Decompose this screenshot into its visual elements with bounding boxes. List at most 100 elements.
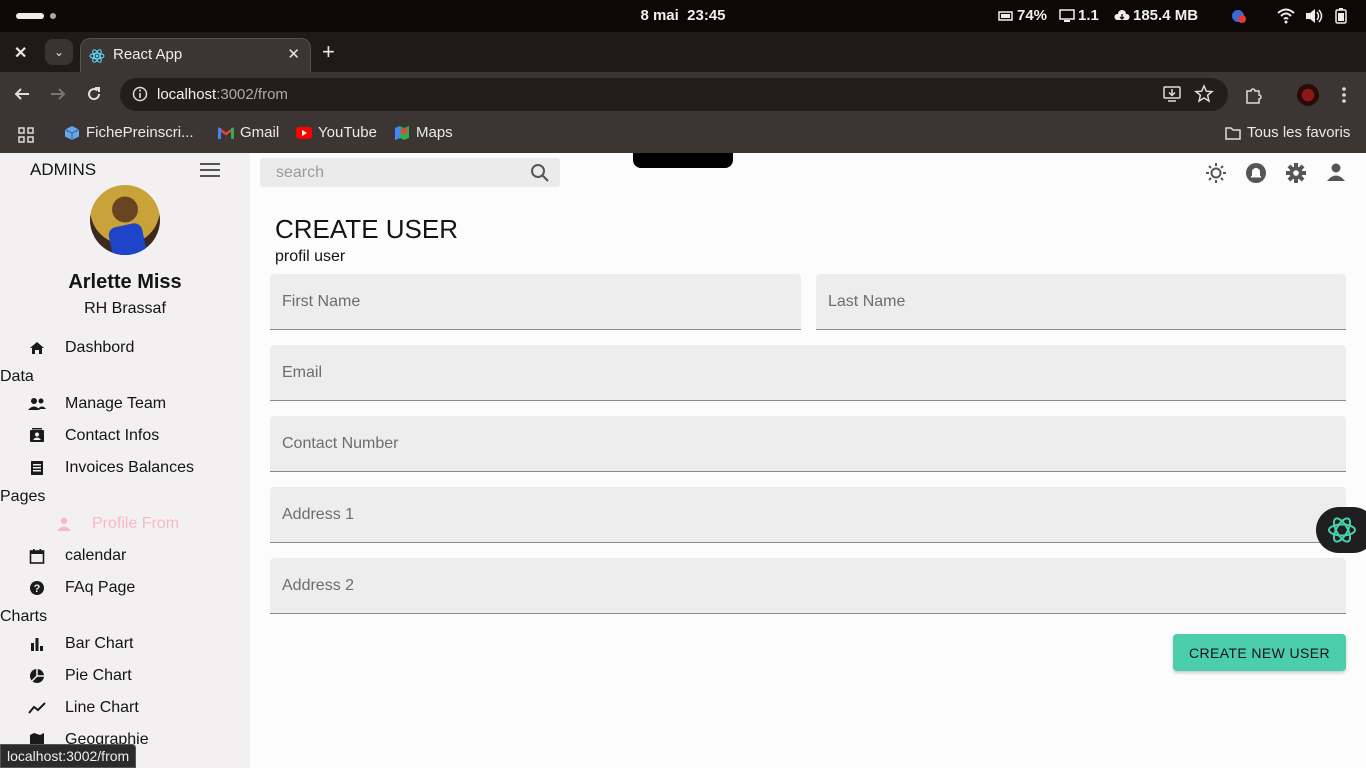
monitor-icon — [1059, 8, 1075, 22]
sidebar-item-manage-team[interactable]: Manage Team — [28, 392, 166, 416]
bookmark-fichepreinscri[interactable]: FichePreinscri... — [64, 124, 194, 141]
user-name: Arlette Miss — [68, 271, 182, 293]
memory-stat-text: 185.4 MB — [1133, 7, 1199, 24]
battery-stat-text: 74% — [1017, 7, 1048, 24]
home-icon — [30, 342, 44, 354]
search-icon[interactable] — [530, 163, 550, 183]
bookmark-maps[interactable]: Maps — [394, 124, 453, 141]
sidebar-item-pie-chart[interactable]: Pie Chart — [28, 664, 132, 688]
sidebar-item-label: Pie Chart — [65, 667, 132, 684]
address2-field — [270, 558, 1346, 614]
back-arrow-icon[interactable] — [14, 86, 30, 102]
sidebar-item-label: FAq Page — [65, 579, 136, 596]
browser-tab[interactable]: React App ✕ — [80, 38, 311, 73]
contact-number-input[interactable] — [282, 432, 1334, 456]
user-role: RH Brassaf — [84, 300, 166, 317]
calendar-icon — [29, 549, 45, 564]
profile-icon[interactable] — [1326, 162, 1346, 182]
apps-grid-icon[interactable] — [18, 127, 34, 143]
bookmark-youtube[interactable]: YouTube — [296, 124, 377, 141]
site-info-icon[interactable] — [132, 86, 148, 102]
cube-icon — [64, 125, 80, 140]
folder-icon — [1225, 126, 1241, 140]
more-menu-icon[interactable] — [1336, 86, 1352, 104]
sidebar-item-bar-chart[interactable]: Bar Chart — [28, 632, 133, 656]
forward-arrow-icon[interactable] — [50, 86, 66, 102]
sidebar-item-label: Contact Infos — [65, 427, 160, 444]
notifications-icon[interactable] — [1245, 162, 1267, 184]
app-indicator-icon[interactable] — [1231, 8, 1247, 24]
light-mode-icon[interactable] — [1205, 162, 1227, 184]
wifi-icon[interactable] — [1277, 8, 1295, 24]
last-name-input[interactable] — [828, 290, 1334, 314]
cpu-stat-text: 1.1 — [1078, 7, 1099, 24]
openai-icon — [1328, 517, 1356, 543]
address1-input[interactable] — [282, 503, 1334, 527]
youtube-icon — [296, 126, 312, 139]
settings-icon[interactable] — [1285, 162, 1307, 184]
sidebar-item-label: Line Chart — [65, 699, 139, 716]
sidebar-item-contact-infos[interactable]: Contact Infos — [28, 424, 159, 448]
sidebar-item-profile-from[interactable]: Profile From — [55, 512, 179, 536]
reload-icon[interactable] — [86, 86, 102, 102]
create-new-user-button[interactable]: CREATE NEW USER — [1173, 634, 1346, 671]
gmail-icon — [218, 126, 234, 139]
bookmark-gmail[interactable]: Gmail — [218, 124, 279, 141]
sidebar-item-faq[interactable]: ? FAq Page — [28, 576, 135, 600]
email-input[interactable] — [282, 361, 1334, 385]
url-text[interactable]: localhost:3002/from — [157, 86, 288, 103]
address-bar[interactable]: localhost:3002/from — [120, 78, 1228, 111]
bookmark-label: Gmail — [240, 124, 280, 141]
page-title: CREATE USER — [275, 214, 458, 244]
os-time: 23:45 — [687, 7, 726, 24]
bookmark-label: Maps — [416, 124, 453, 141]
section-pages: Pages — [0, 488, 46, 505]
help-icon: ? — [30, 581, 44, 595]
menu-toggle-icon[interactable] — [200, 163, 220, 181]
browser-toolbar: localhost:3002/from — [0, 72, 1366, 117]
sidebar-item-invoices-balances[interactable]: Invoices Balances — [28, 456, 194, 480]
battery-icon[interactable] — [1335, 8, 1347, 24]
first-name-input[interactable] — [282, 290, 789, 314]
sidebar-item-label: Invoices Balances — [65, 459, 194, 476]
email-field — [270, 345, 1346, 401]
sidebar: ADMINS Arlette Miss RH Brassaf Dashbord … — [0, 153, 250, 768]
pie-chart-icon — [30, 669, 44, 683]
react-icon — [89, 49, 105, 63]
bookmarks-bar: FichePreinscri... Gmail YouTube Maps Tou… — [0, 117, 1366, 153]
bookmark-star-icon[interactable] — [1194, 84, 1214, 104]
line-chart-icon — [28, 702, 46, 714]
memory-stat: 185.4 MB — [1114, 7, 1198, 24]
svg-text:?: ? — [34, 583, 41, 595]
tab-list-button[interactable]: ⌄ — [45, 39, 73, 65]
avatar — [90, 185, 160, 255]
page-subtitle: profil user — [275, 248, 346, 265]
sidebar-header: ADMINS — [30, 160, 97, 179]
volume-icon[interactable] — [1305, 8, 1323, 24]
cpu-stat: 1.1 — [1059, 7, 1099, 24]
new-tab-icon[interactable]: + — [322, 39, 335, 65]
extensions-icon[interactable] — [1244, 85, 1264, 105]
sidebar-item-label: Bar Chart — [65, 635, 134, 652]
person-icon — [57, 517, 71, 531]
last-name-field — [816, 274, 1346, 330]
sidebar-item-line-chart[interactable]: Line Chart — [28, 696, 139, 720]
bookmark-label: FichePreinscri... — [86, 124, 194, 141]
all-bookmarks-label: Tous les favoris — [1247, 124, 1351, 141]
address2-input[interactable] — [282, 574, 1334, 598]
install-app-icon[interactable] — [1162, 84, 1182, 104]
assistant-bubble[interactable] — [1316, 507, 1366, 553]
sidebar-item-label: Profile From — [92, 515, 180, 532]
close-tab-icon[interactable]: ✕ — [287, 45, 300, 63]
profile-avatar[interactable] — [1297, 84, 1319, 106]
search-input[interactable] — [276, 162, 516, 184]
sidebar-item-calendar[interactable]: calendar — [28, 544, 126, 568]
browser-tab-bar: ✕ ⌄ React App ✕ + — [0, 32, 1366, 73]
sidebar-item-label: Dashbord — [65, 339, 135, 356]
all-bookmarks-button[interactable]: Tous les favoris — [1225, 124, 1350, 141]
bar-chart-icon — [31, 638, 43, 651]
sidebar-item-dashboard[interactable]: Dashbord — [28, 336, 134, 360]
url-path: :3002/from — [216, 86, 288, 103]
overlay-notch — [633, 153, 733, 168]
close-window-icon[interactable]: ✕ — [14, 43, 27, 63]
